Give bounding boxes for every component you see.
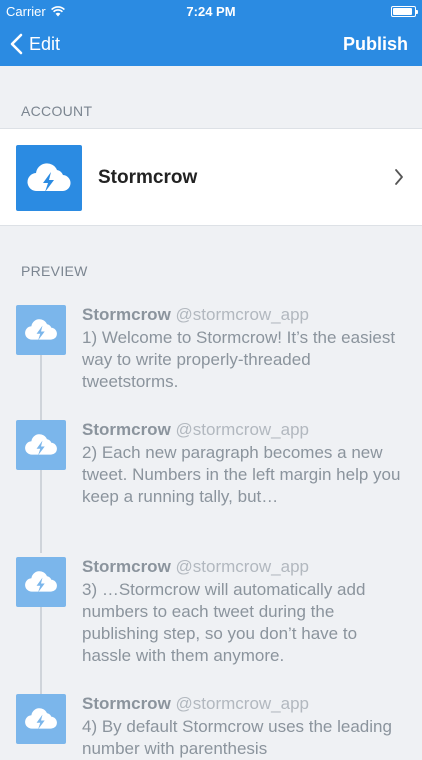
cloud-lightning-icon [25, 708, 57, 730]
tweet-author-handle: @stormcrow_app [175, 305, 309, 324]
tweet-author-handle: @stormcrow_app [175, 694, 309, 713]
tweet-author-name: Stormcrow [82, 557, 171, 576]
account-name: Stormcrow [98, 167, 198, 188]
tweet-author-handle: @stormcrow_app [175, 420, 309, 439]
tweet-header: Stormcrow @stormcrow_app [82, 305, 309, 325]
publish-button[interactable]: Publish [343, 22, 408, 66]
tweet-text: 1) Welcome to Stormcrow! It’s the easies… [82, 328, 396, 391]
account-section-header: ACCOUNT [21, 103, 93, 119]
tweet-avatar [16, 420, 66, 470]
navigation-bar: Edit Publish [0, 22, 422, 66]
chevron-right-icon [395, 169, 403, 185]
tweet-text: 4) By default Stormcrow uses the leading… [82, 717, 392, 758]
tweet-avatar [16, 305, 66, 355]
tweet-text: 3) …Stormcrow will automatically add num… [82, 580, 366, 665]
tweet-author-handle: @stormcrow_app [175, 557, 309, 576]
tweet-text: 2) Each new paragraph becomes a new twee… [82, 443, 401, 506]
cloud-lightning-icon [25, 571, 57, 593]
battery-icon [391, 6, 418, 17]
tweet-header: Stormcrow @stormcrow_app [82, 557, 309, 577]
tweet-avatar [16, 694, 66, 744]
preview-section-header: PREVIEW [21, 263, 88, 279]
thread-connector [40, 607, 42, 696]
tweet-author-name: Stormcrow [82, 694, 171, 713]
cloud-lightning-icon [25, 434, 57, 456]
tweet-avatar [16, 557, 66, 607]
account-avatar [16, 145, 82, 211]
tweet-author-name: Stormcrow [82, 420, 171, 439]
cloud-lightning-icon [25, 319, 57, 341]
thread-connector [40, 355, 42, 420]
tweet-header: Stormcrow @stormcrow_app [82, 694, 309, 714]
status-time: 7:24 PM [186, 3, 236, 19]
account-row[interactable]: Stormcrow [0, 128, 422, 226]
thread-connector [40, 470, 42, 553]
cloud-lightning-icon [27, 163, 71, 192]
back-button[interactable]: Edit [10, 22, 60, 66]
battery-fill [393, 8, 412, 15]
status-bar: Carrier 7:24 PM [0, 0, 422, 22]
tweet-header: Stormcrow @stormcrow_app [82, 420, 309, 440]
tweet-author-name: Stormcrow [82, 305, 171, 324]
chevron-left-icon [10, 33, 23, 55]
back-button-label: Edit [29, 33, 61, 54]
